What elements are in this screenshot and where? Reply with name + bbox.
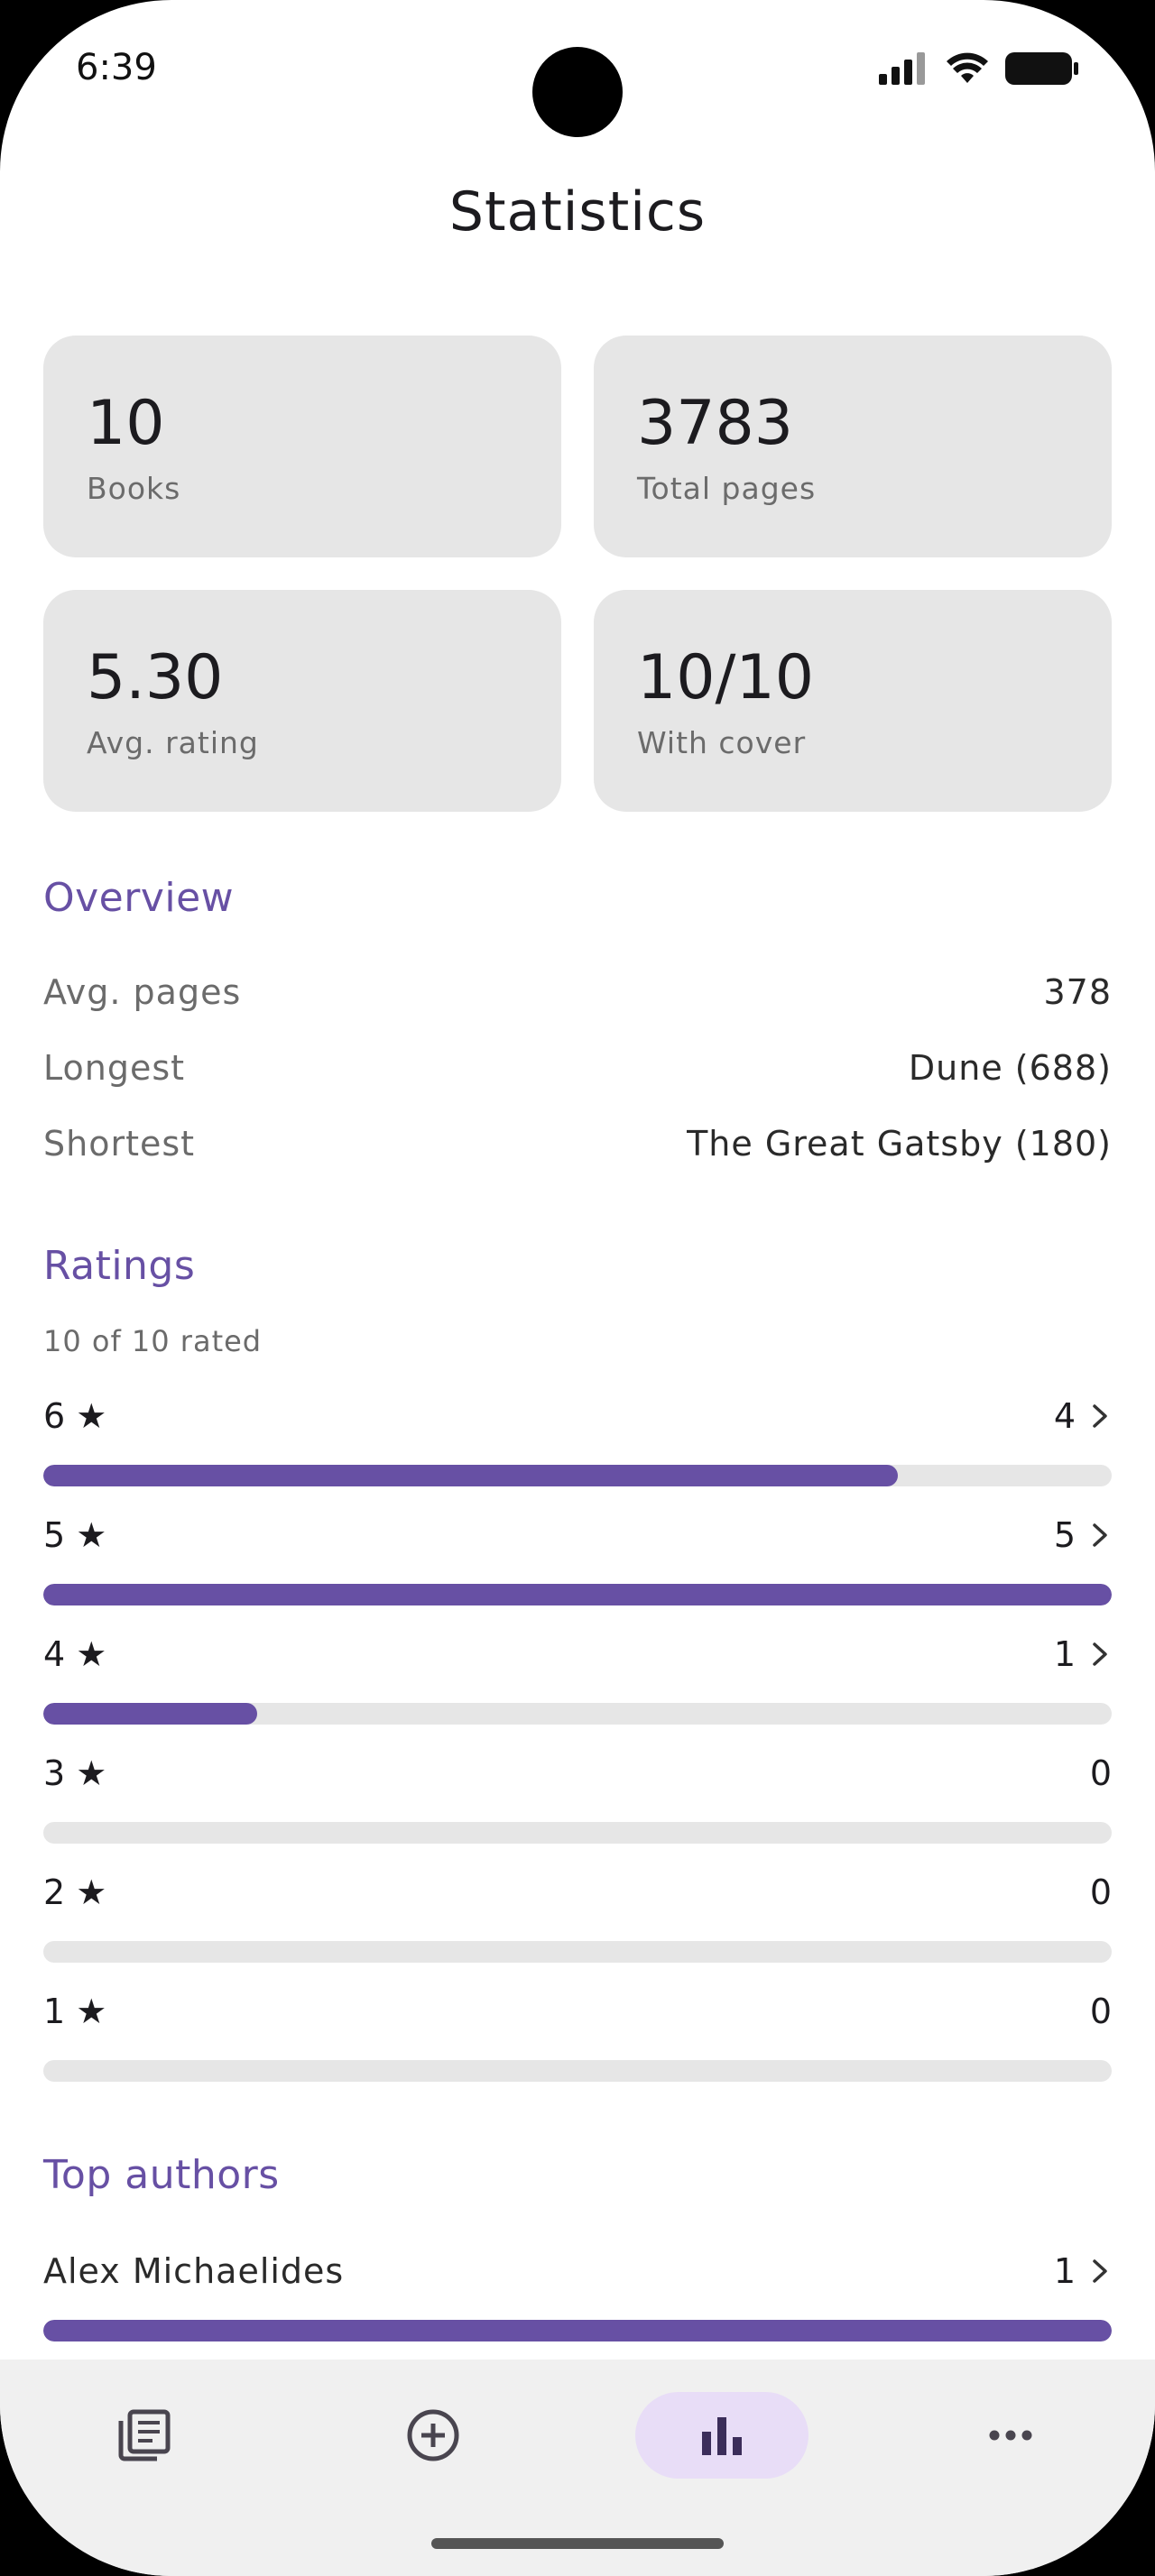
author-row[interactable]: Alex Michaelides 1	[43, 2244, 1112, 2352]
rating-row: 3 ★ 0	[43, 1746, 1112, 1854]
rating-bar-track	[43, 1941, 1112, 1963]
rating-count-wrap: 4	[1054, 1396, 1112, 1436]
nav-more[interactable]	[924, 2392, 1097, 2479]
rating-row: 1 ★ 0	[43, 1984, 1112, 2093]
stat-value: 10	[87, 388, 165, 459]
rating-count: 4	[1053, 1396, 1076, 1436]
status-time: 6:39	[76, 47, 157, 88]
top-authors-section-title: Top authors	[43, 2152, 280, 2198]
more-horizontal-icon	[989, 2430, 1032, 2441]
rating-bar-fill	[43, 1465, 899, 1486]
ratings-section-title: Ratings	[43, 1243, 196, 1289]
rating-row[interactable]: 4 ★ 1	[43, 1627, 1112, 1735]
rating-stars-label: 2 ★	[43, 1872, 107, 1912]
add-circle-icon	[407, 2409, 459, 2461]
signal-icon	[879, 52, 925, 85]
nav-add-book[interactable]	[346, 2392, 520, 2479]
overview-section-title: Overview	[43, 875, 235, 921]
page-title: Statistics	[448, 180, 707, 244]
stat-value: 5.30	[87, 642, 224, 713]
overview-label: Longest	[43, 1048, 186, 1088]
overview-row-avg-pages: Avg. pages 378	[43, 965, 1112, 1019]
stat-label: Avg. rating	[87, 725, 259, 760]
battery-icon	[1005, 52, 1078, 85]
statistics-screen: 6:39 Statistics 10 Books 3783 Total page…	[0, 0, 1155, 2576]
rating-row-head: 2 ★ 0	[43, 1865, 1112, 1919]
nav-library[interactable]	[58, 2392, 231, 2479]
rating-bar-track	[43, 1584, 1112, 1605]
rating-row-head: 1 ★ 0	[43, 1984, 1112, 2038]
rating-count-wrap: 1	[1054, 1634, 1112, 1674]
stat-card-total-pages: 3783 Total pages	[594, 336, 1112, 557]
chevron-right-icon	[1093, 1523, 1107, 1547]
overview-label: Avg. pages	[43, 972, 242, 1012]
overview-value: 378	[1043, 972, 1112, 1012]
rating-row-head: 5 ★ 5	[43, 1508, 1112, 1562]
rating-row-head: 6 ★ 4	[43, 1389, 1112, 1443]
rating-bar-track	[43, 1822, 1112, 1844]
status-icons	[879, 51, 1079, 87]
rating-count: 0	[1089, 1872, 1112, 1912]
rating-bar-track	[43, 2060, 1112, 2082]
stat-value: 10/10	[637, 642, 814, 713]
author-bar-fill	[43, 2320, 1112, 2341]
rating-stars-label: 5 ★	[43, 1515, 107, 1555]
rating-row: 2 ★ 0	[43, 1865, 1112, 1973]
rating-bar-track	[43, 1703, 1112, 1725]
bar-chart-icon	[702, 2417, 742, 2455]
stat-card-with-cover: 10/10 With cover	[594, 590, 1112, 812]
rating-count: 5	[1053, 1515, 1076, 1555]
rating-bar-fill	[43, 1703, 257, 1725]
rating-row-head: 4 ★ 1	[43, 1627, 1112, 1681]
rating-count: 0	[1089, 1753, 1112, 1793]
rating-stars-label: 4 ★	[43, 1634, 107, 1674]
nav-statistics[interactable]	[635, 2392, 808, 2479]
chevron-right-icon	[1093, 1642, 1107, 1666]
rating-count-wrap: 0	[1090, 1872, 1112, 1912]
wifi-icon	[947, 52, 988, 83]
author-count: 1	[1053, 2251, 1076, 2291]
rating-count: 1	[1053, 1634, 1076, 1674]
stat-value: 3783	[637, 388, 794, 459]
overview-value: Dune (688)	[908, 1048, 1112, 1088]
overview-row-longest: Longest Dune (688)	[43, 1041, 1112, 1095]
author-name: Alex Michaelides	[43, 2251, 345, 2291]
rating-row[interactable]: 5 ★ 5	[43, 1508, 1112, 1616]
rating-count-wrap: 0	[1090, 1992, 1112, 2031]
rating-stars-label: 3 ★	[43, 1753, 107, 1793]
ratings-caption: 10 of 10 rated	[43, 1324, 263, 1358]
status-bar: 6:39	[0, 0, 1155, 137]
author-bar-track	[43, 2320, 1112, 2341]
stat-label: Total pages	[637, 471, 817, 506]
rating-row[interactable]: 6 ★ 4	[43, 1389, 1112, 1497]
stat-card-books: 10 Books	[43, 336, 561, 557]
rating-stars-label: 6 ★	[43, 1396, 107, 1436]
stat-label: Books	[87, 471, 181, 506]
overview-value: The Great Gatsby (180)	[687, 1124, 1112, 1164]
rating-count-wrap: 5	[1054, 1515, 1112, 1555]
rating-count-wrap: 0	[1090, 1753, 1112, 1793]
home-indicator	[431, 2538, 724, 2549]
chevron-right-icon	[1093, 1404, 1107, 1428]
chevron-right-icon	[1093, 2259, 1107, 2283]
rating-bar-fill	[43, 1584, 1112, 1605]
front-camera	[532, 47, 623, 137]
overview-row-shortest: Shortest The Great Gatsby (180)	[43, 1117, 1112, 1171]
author-count-wrap: 1	[1054, 2251, 1112, 2291]
rating-row-head: 3 ★ 0	[43, 1746, 1112, 1800]
overview-label: Shortest	[43, 1124, 196, 1164]
stat-card-avg-rating: 5.30 Avg. rating	[43, 590, 561, 812]
stat-label: With cover	[637, 725, 807, 760]
rating-stars-label: 1 ★	[43, 1992, 107, 2031]
author-row-head: Alex Michaelides 1	[43, 2244, 1112, 2298]
rating-count: 0	[1089, 1992, 1112, 2031]
rating-bar-track	[43, 1465, 1112, 1486]
library-icon	[118, 2409, 171, 2461]
